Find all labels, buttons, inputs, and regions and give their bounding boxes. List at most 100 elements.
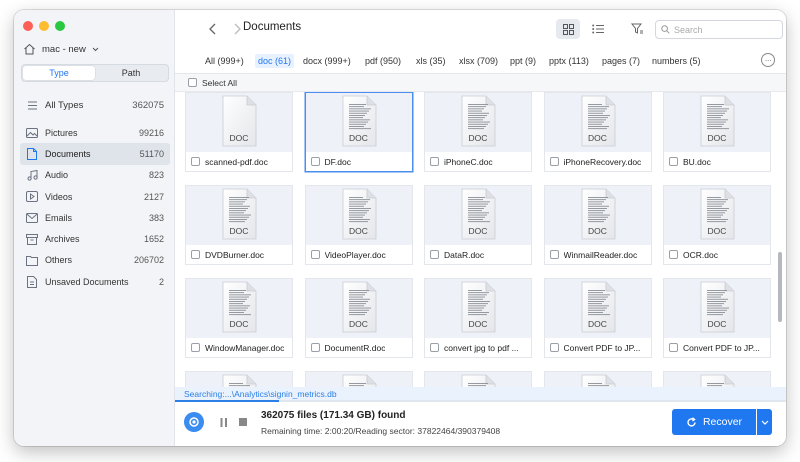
filter-tab-xls[interactable]: xls (35)	[413, 54, 449, 68]
file-checkbox[interactable]	[549, 157, 559, 166]
file-card[interactable]: DOC WindowManager.doc	[185, 278, 293, 358]
file-checkbox[interactable]	[669, 157, 678, 166]
filter-tab-ppt[interactable]: ppt (9)	[507, 54, 539, 68]
file-name: Convert PDF to JP...	[563, 342, 641, 353]
sidebar-item-emails[interactable]: Emails 383	[20, 207, 170, 228]
file-card[interactable]	[185, 371, 293, 387]
maximize-window-button[interactable]	[55, 21, 65, 31]
file-checkbox[interactable]	[191, 157, 200, 166]
file-type-label: DOC	[229, 226, 249, 236]
filter-tab-xlsx[interactable]: xlsx (709)	[456, 54, 501, 68]
file-card[interactable]: DOC iPhoneRecovery.doc	[543, 92, 652, 172]
file-checkbox[interactable]	[430, 250, 439, 259]
sidebar-item-all-types[interactable]: All Types 362075	[20, 94, 170, 116]
file-checkbox[interactable]	[310, 157, 320, 166]
sidebar-item-documents[interactable]: Documents 51170	[20, 143, 170, 165]
file-grid-area: DOC scanned-pdf.doc DOC DF.doc DOC iPhoneC.do…	[175, 92, 773, 387]
file-card[interactable]: DOC VideoPlayer.doc	[304, 185, 413, 265]
tab-type[interactable]: Type	[23, 66, 95, 80]
chevron-down-icon	[92, 47, 99, 52]
forward-button[interactable]	[230, 21, 244, 37]
device-selector[interactable]: mac - new	[23, 40, 99, 58]
sidebar-item-videos[interactable]: Videos 2127	[20, 186, 170, 207]
file-card[interactable]	[543, 371, 652, 387]
filter-tab-numbers[interactable]: numbers (5)	[649, 54, 704, 68]
sidebar-item-unsaved-documents[interactable]: Unsaved Documents 2	[20, 271, 170, 292]
recover-button[interactable]: Recover	[672, 409, 756, 435]
file-card[interactable]: DOC scanned-pdf.doc	[185, 92, 293, 172]
file-checkbox[interactable]	[549, 343, 559, 352]
file-checkbox[interactable]	[669, 250, 678, 259]
sidebar: mac - new Type Path All Types 362075 Pictu…	[14, 10, 175, 446]
sidebar-nav: All Types 362075 Pictures 99216 Documents 511…	[20, 94, 170, 292]
sidebar-item-others[interactable]: Others 206702	[20, 250, 170, 271]
file-card[interactable]: DOC Convert PDF to JP...	[663, 278, 771, 358]
file-card[interactable]: DOC convert jpg to pdf ...	[424, 278, 532, 358]
filter-button[interactable]	[627, 19, 647, 39]
searching-path: Searching:...\Analytics\signin_metrics.d…	[175, 387, 786, 401]
sidebar-item-pictures[interactable]: Pictures 99216	[20, 122, 170, 143]
archive-icon	[26, 233, 38, 245]
chevron-left-icon	[208, 23, 215, 35]
filter-tab-docx[interactable]: docx (999+)	[300, 54, 354, 68]
file-card[interactable]: DOC Convert PDF to JP...	[543, 278, 652, 358]
doc-file-icon: DOC	[219, 281, 259, 334]
file-card[interactable]: DOC DataR.doc	[424, 185, 532, 265]
grid-view-button[interactable]	[556, 19, 580, 39]
vertical-scrollbar[interactable]	[776, 92, 784, 387]
file-card[interactable]	[424, 371, 532, 387]
search-input[interactable]	[674, 24, 774, 35]
list-view-button[interactable]	[586, 19, 610, 39]
file-checkbox[interactable]	[310, 343, 320, 352]
file-checkbox[interactable]	[669, 343, 678, 352]
file-checkbox[interactable]	[191, 250, 200, 259]
file-card[interactable]: DOC BU.doc	[663, 92, 771, 172]
file-thumbnail: DOC	[305, 186, 412, 245]
filter-tab-pptx[interactable]: pptx (113)	[546, 54, 592, 68]
select-all-checkbox[interactable]	[188, 78, 197, 87]
scrollbar-thumb[interactable]	[778, 252, 782, 322]
back-button[interactable]	[205, 21, 219, 37]
file-meta: Convert PDF to JP...	[664, 338, 770, 357]
file-checkbox[interactable]	[191, 343, 200, 352]
filter-tab-pages[interactable]: pages (7)	[599, 54, 643, 68]
filter-tab-pdf[interactable]: pdf (950)	[362, 54, 404, 68]
file-type-label: DOC	[707, 133, 727, 143]
file-checkbox[interactable]	[549, 250, 559, 259]
window-controls	[23, 21, 65, 31]
more-options-button[interactable]: ···	[761, 53, 775, 67]
file-card[interactable]: DOC WinmailReader.doc	[543, 185, 652, 265]
file-card[interactable]: DOC iPhoneC.doc	[424, 92, 532, 172]
sidebar-item-label: Archives	[45, 234, 80, 245]
recover-label: Recover	[702, 416, 743, 428]
recover-options-button[interactable]	[757, 409, 772, 435]
file-checkbox[interactable]	[310, 250, 320, 259]
file-thumbnail: DOC	[186, 93, 292, 152]
filter-tab-doc[interactable]: doc (61)	[255, 54, 295, 68]
stop-button[interactable]	[237, 416, 249, 428]
file-type-label: DOC	[707, 319, 727, 329]
tab-path[interactable]: Path	[95, 66, 167, 80]
file-card[interactable]	[304, 371, 413, 387]
pause-button[interactable]	[218, 416, 230, 428]
sidebar-item-count: 206702	[133, 255, 164, 266]
select-all-row[interactable]: Select All	[175, 74, 786, 92]
file-checkbox[interactable]	[430, 157, 439, 166]
sidebar-item-label: Emails	[45, 212, 73, 223]
search-box[interactable]	[655, 20, 783, 39]
file-card[interactable]: DOC OCR.doc	[663, 185, 771, 265]
sidebar-item-label: Videos	[45, 191, 73, 202]
minimize-window-button[interactable]	[39, 21, 49, 31]
filter-tab-all[interactable]: All (999+)	[202, 54, 247, 68]
file-type-label: DOC	[229, 133, 249, 143]
file-checkbox[interactable]	[430, 343, 439, 352]
file-card[interactable]: DOC DF.doc	[304, 92, 413, 172]
file-card[interactable]: DOC DocumentR.doc	[304, 278, 413, 358]
sidebar-item-count: 383	[148, 212, 164, 223]
sidebar-item-audio[interactable]: Audio 823	[20, 165, 170, 186]
file-thumbnail: DOC	[664, 279, 770, 338]
file-card[interactable]	[663, 371, 771, 387]
file-card[interactable]: DOC DVDBurner.doc	[185, 185, 293, 265]
close-window-button[interactable]	[23, 21, 33, 31]
sidebar-item-archives[interactable]: Archives 1652	[20, 228, 170, 249]
